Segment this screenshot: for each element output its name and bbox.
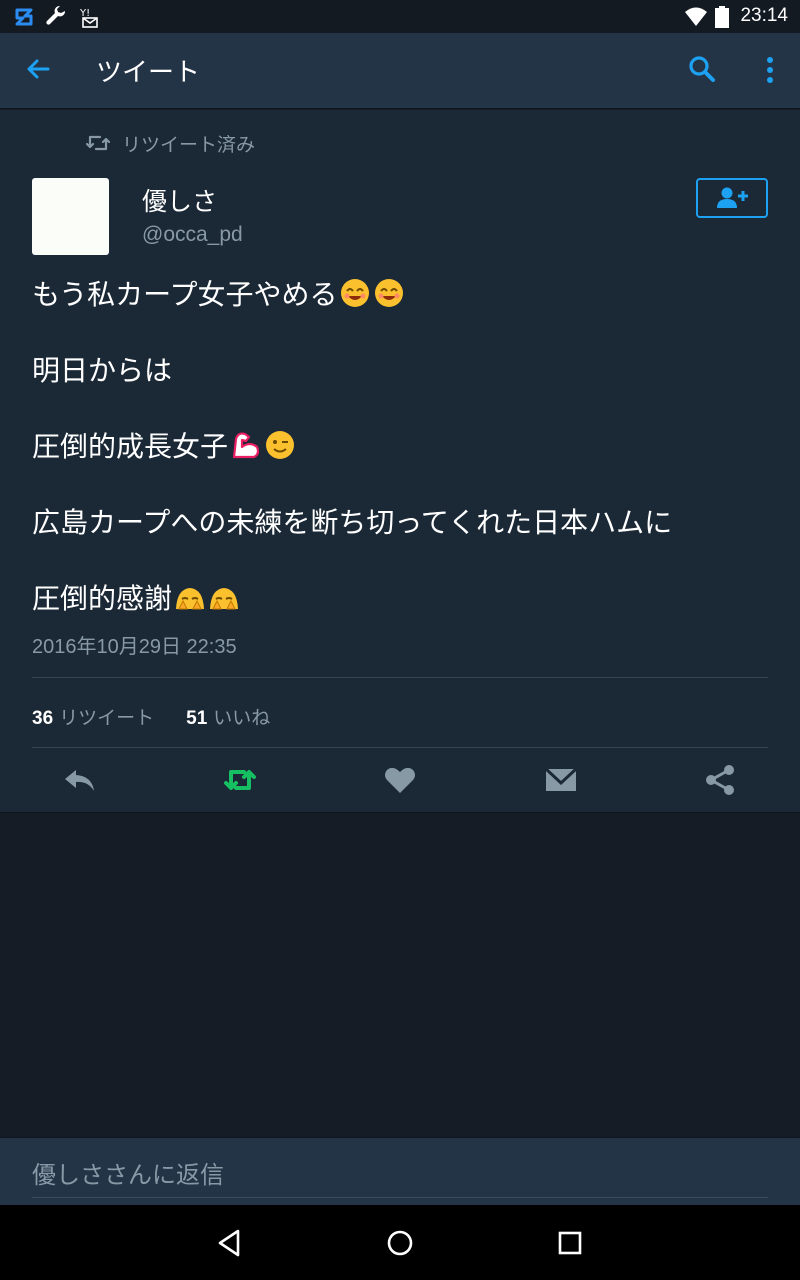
- status-bar: Y! 23:14: [0, 0, 800, 33]
- arrow-left-icon[interactable]: [22, 53, 54, 85]
- like-stat-label: いいね: [213, 707, 271, 729]
- bowing-person-emoji: [176, 588, 205, 610]
- retweet-count: 36: [32, 708, 54, 729]
- tweet-text: もう私カープ女子やめる 明日からは 圧倒的成長女子 広島カープへの未練を断ち切っ…: [32, 276, 772, 618]
- retweet-stat-label: リツイート: [59, 707, 155, 729]
- recents-square-icon[interactable]: [554, 1227, 586, 1259]
- s-app-icon: [15, 8, 33, 26]
- share-icon[interactable]: [702, 764, 738, 796]
- tweet-stats: 36 リツイート 51 いいね: [32, 703, 302, 730]
- home-circle-icon[interactable]: [384, 1227, 416, 1259]
- direct-message-icon[interactable]: [543, 764, 579, 796]
- back-triangle-icon[interactable]: [214, 1227, 246, 1259]
- retweet-icon[interactable]: [222, 764, 258, 796]
- retweet-stat[interactable]: 36 リツイート: [32, 703, 154, 730]
- retweeted-label: リツイート済み: [122, 133, 256, 156]
- reply-input[interactable]: [32, 1152, 768, 1198]
- divider: [32, 677, 768, 678]
- retweeted-indicator: リツイート済み: [86, 130, 255, 156]
- app-bar: ツイート: [0, 33, 800, 109]
- tweet-card: リツイート済み 優しさ @occa_pd もう私カープ女子やめる 明日からは 圧…: [0, 110, 800, 813]
- tweet-line: もう私カープ女子やめる: [32, 276, 772, 314]
- status-time: 23:14: [740, 5, 788, 26]
- page-title: ツイート: [96, 58, 201, 88]
- smiling-face-emoji: [375, 279, 404, 307]
- flexed-biceps-emoji: [232, 432, 260, 459]
- winking-face-emoji: [266, 431, 295, 459]
- divider: [32, 747, 768, 748]
- tweet-line: 明日からは: [32, 354, 173, 387]
- tweet-line: 圧倒的感謝: [32, 580, 772, 618]
- more-vert-icon[interactable]: [756, 53, 784, 87]
- smiling-face-emoji: [341, 279, 370, 307]
- like-icon[interactable]: [382, 764, 418, 796]
- tweet-actions: [0, 760, 800, 800]
- like-count: 51: [186, 708, 208, 729]
- navigation-bar: [0, 1205, 800, 1280]
- battery-icon: [715, 6, 729, 28]
- tweet-timestamp: 2016年10月29日 22:35: [32, 636, 237, 658]
- user-handle[interactable]: @occa_pd: [142, 223, 243, 247]
- user-name[interactable]: 優しさ: [142, 182, 217, 218]
- retweet-small-icon: [86, 135, 110, 151]
- like-stat[interactable]: 51 いいね: [186, 703, 270, 730]
- tweet-line: 圧倒的成長女子: [32, 428, 772, 466]
- follow-button[interactable]: [696, 178, 768, 218]
- tweet-line: 広島カープへの未練を断ち切ってくれた日本ハムに: [32, 506, 673, 539]
- search-icon[interactable]: [686, 53, 718, 85]
- yahoo-mail-icon: Y!: [79, 8, 98, 28]
- avatar[interactable]: [32, 178, 109, 255]
- reply-bar: [0, 1137, 800, 1205]
- wifi-icon: [685, 7, 707, 26]
- bowing-person-emoji: [210, 588, 239, 610]
- add-user-icon: [717, 187, 748, 208]
- wrench-icon: [46, 5, 66, 25]
- reply-icon[interactable]: [62, 764, 98, 796]
